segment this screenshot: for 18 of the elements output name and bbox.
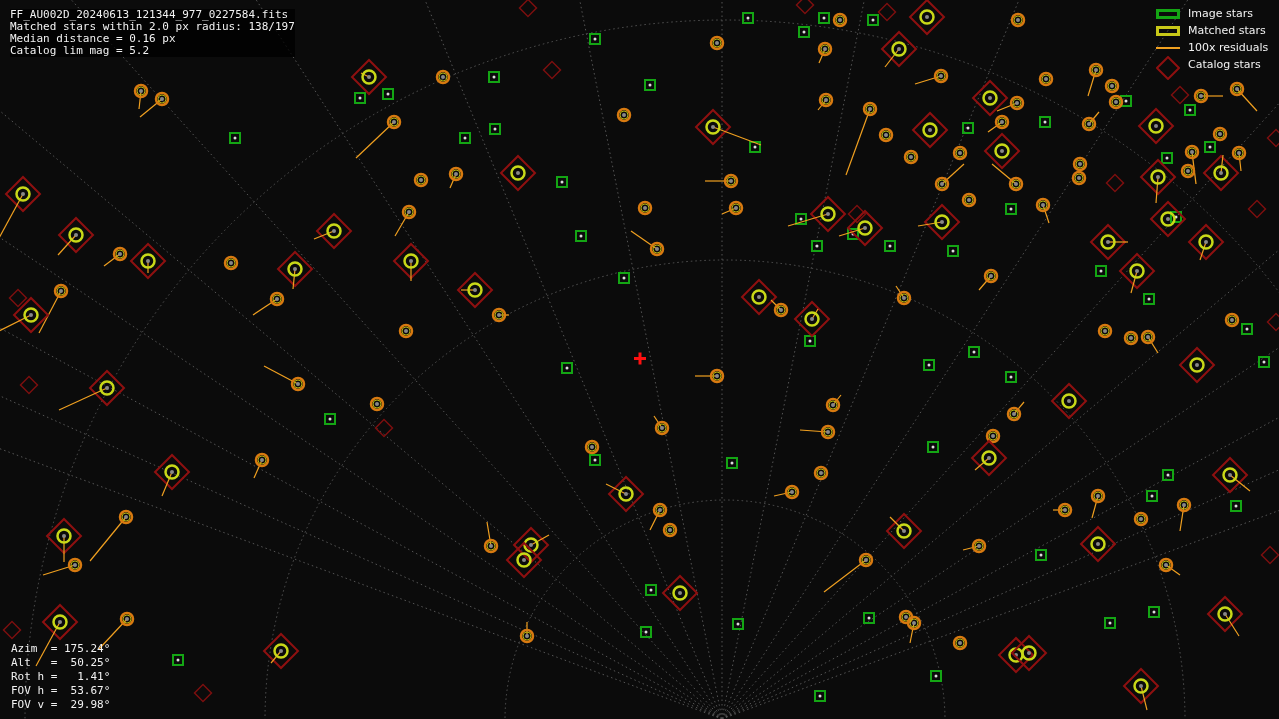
diamond-swatch-icon [1156,55,1180,80]
pointing-value: Rot h = 1.41° [11,670,111,684]
info-text: Catalog lim mag = 5.2 [10,45,151,57]
image-star-swatch-icon [1156,8,1180,19]
pointing-value: FOV v = 29.98° [11,698,111,712]
crosshair-icon [634,352,646,365]
pointing-value: FOV h = 53.67° [11,684,111,698]
matched-star-swatch-icon [1156,25,1180,36]
line-swatch-icon [1156,46,1180,49]
legend-label: Matched stars [1188,24,1266,37]
legend-label: 100x residuals [1188,41,1269,54]
info-text: Matched stars within 2.0 px radius: 138/197 [10,21,295,33]
pointing-value: Azim = 175.24° [11,642,111,656]
info-text: Median distance = 0.16 px [10,33,177,45]
pointing-value: Alt = 50.25° [11,656,111,670]
legend-label: Catalog stars [1188,58,1261,71]
info-text: FF_AU002D_20240613_121344_977_0227584.fits [10,9,290,21]
legend-label: Image stars [1188,7,1253,20]
